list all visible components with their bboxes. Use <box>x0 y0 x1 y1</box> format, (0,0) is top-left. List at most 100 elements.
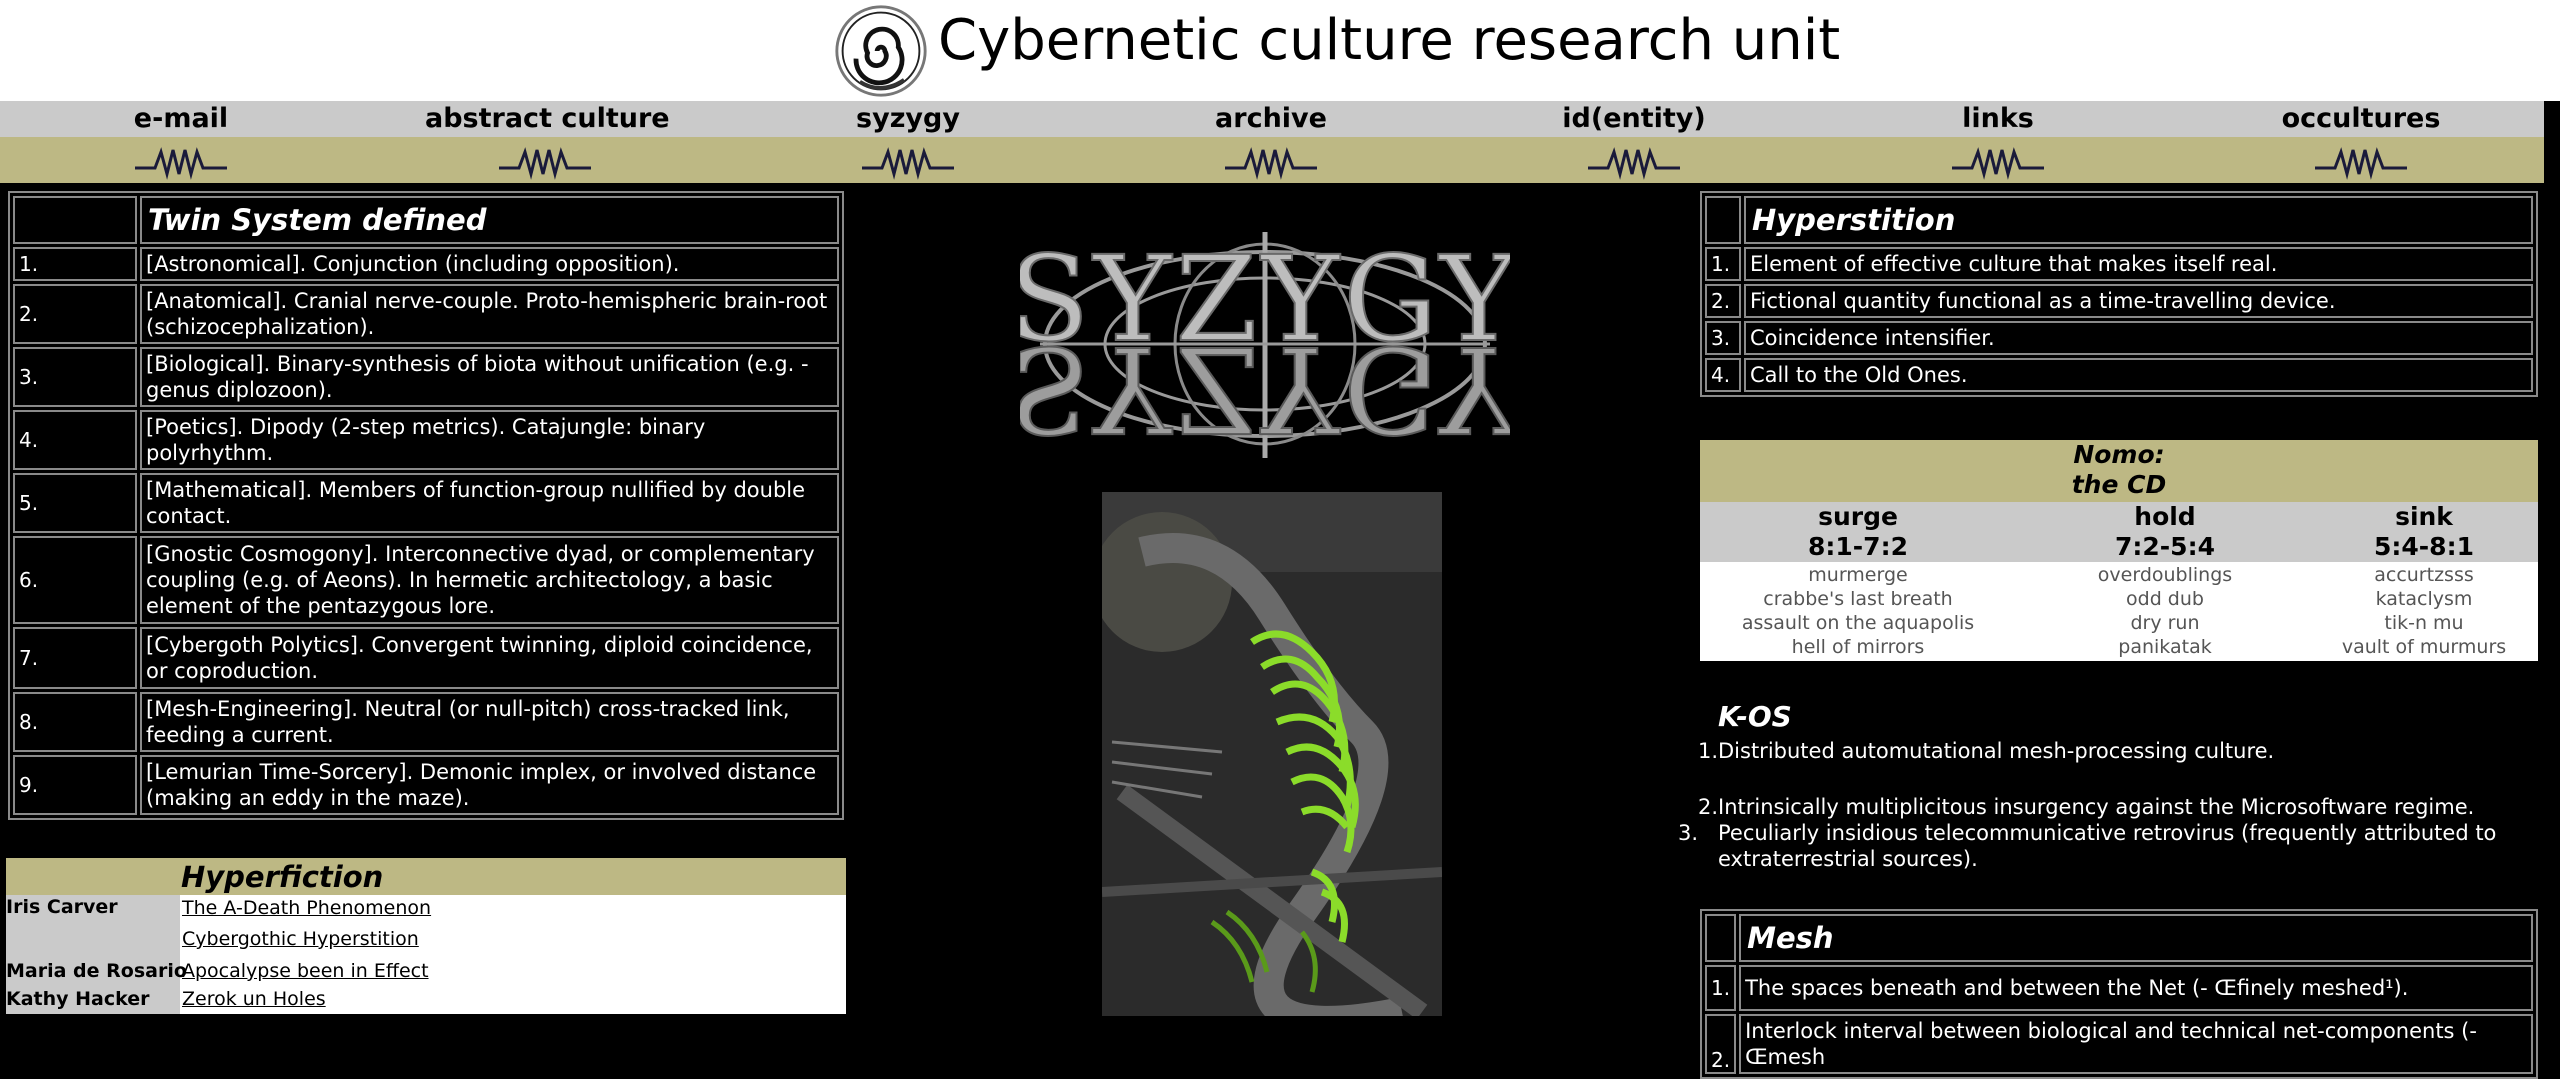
item-text: Peculiarly insidious telecommunicative r… <box>1718 821 2497 871</box>
column-range: 8:1-7:2 <box>1808 532 1908 561</box>
collage-image <box>1102 492 1442 1016</box>
row-number: 2. <box>1705 1014 1737 1074</box>
twin-system-table: Twin System defined 1. [Astronomical]. Co… <box>8 191 844 820</box>
hyperfiction-header: Hyperfiction <box>6 858 846 895</box>
squiggle-icon[interactable] <box>860 142 956 180</box>
row-number: 8. <box>13 692 137 752</box>
row-text: [Anatomical]. Cranial nerve-couple. Prot… <box>140 284 839 344</box>
squiggle-icon[interactable] <box>1586 142 1682 180</box>
row-number: 9. <box>13 755 137 815</box>
nav-links[interactable]: links <box>1878 101 2118 137</box>
row-number: 7. <box>13 627 137 689</box>
nomo-column-headers: surge 8:1-7:2 hold 7:2-5:4 sink 5:4-8:1 <box>1700 502 2538 562</box>
table-row: 1. [Astronomical]. Conjunction (including… <box>13 247 839 281</box>
table-row: 6. [Gnostic Cosmogony]. Interconnective d… <box>13 536 839 624</box>
table-row: 1. The spaces beneath and between the Net… <box>1705 965 2533 1011</box>
track-title: vault of murmurs <box>2341 636 2507 658</box>
nav-identity[interactable]: id(entity) <box>1514 101 1754 137</box>
kos-title: K-OS <box>1718 700 1792 733</box>
squiggle-icon[interactable] <box>2313 142 2409 180</box>
track-title: hell of mirrors <box>1791 636 1925 658</box>
row-text: [Mathematical]. Members of function-grou… <box>140 473 839 533</box>
story-link[interactable]: The A-Death Phenomenon <box>182 897 431 919</box>
column-name: sink <box>2395 502 2453 531</box>
story-link[interactable]: Zerok un Holes <box>182 988 326 1010</box>
site-title: Cybernetic culture research unit <box>938 8 1841 73</box>
nomo-cd-box: Nomo: the CD surge 8:1-7:2 hold 7:2-5:4 … <box>1700 440 2538 661</box>
row-text: [Lemurian Time-Sorcery]. Demonic implex,… <box>140 755 839 815</box>
row-number: 1. <box>1705 247 1741 281</box>
hyperstition-table: Hyperstition 1. Element of effective cult… <box>1700 191 2538 397</box>
site-header: Cybernetic culture research unit <box>0 0 2560 101</box>
squiggle-icon[interactable] <box>497 142 593 180</box>
syzygy-logo-mirror: SYZYGY <box>1020 320 1510 458</box>
track-title: kataclysm <box>2375 588 2473 610</box>
column-range: 5:4-8:1 <box>2374 532 2474 561</box>
row-text: Coincidence intensifier. <box>1744 321 2533 355</box>
item-text: Intrinsically multiplicitous insurgency … <box>1718 795 2475 819</box>
column-name: surge <box>1818 502 1898 531</box>
row-text: Fictional quantity functional as a time-… <box>1744 284 2533 318</box>
row-text: [Astronomical]. Conjunction (including o… <box>140 247 839 281</box>
track-title: murmerge <box>1808 564 1908 586</box>
track-title: crabbe's last breath <box>1763 588 1953 610</box>
nav-syzygy[interactable]: syzygy <box>788 101 1028 137</box>
nav-email[interactable]: e-mail <box>61 101 301 137</box>
squiggle-icon[interactable] <box>1223 142 1319 180</box>
table-row: 2. Fictional quantity functional as a tim… <box>1705 284 2533 318</box>
nomo-subtitle: the CD <box>2071 470 2167 499</box>
table-row: 4. Call to the Old Ones. <box>1705 358 2533 392</box>
table-row: 7. [Cybergoth Polytics]. Convergent twinn… <box>13 627 839 689</box>
story-link[interactable]: Apocalypse been in Effect <box>182 960 429 982</box>
row-text: [Poetics]. Dipody (2-step metrics). Cata… <box>140 410 839 470</box>
spiral-logo-icon[interactable] <box>833 3 929 99</box>
item-number: 1. <box>1698 739 1719 763</box>
item-text: Distributed automutational mesh-processi… <box>1718 739 2275 763</box>
row-number: 2. <box>13 284 137 344</box>
row-number: 1. <box>13 247 137 281</box>
story-link[interactable]: Cybergothic Hyperstition <box>182 928 419 950</box>
squiggle-icon[interactable] <box>1950 142 2046 180</box>
hyperstition-title: Hyperstition <box>1744 196 2533 244</box>
list-item: 2.Intrinsically multiplicitous insurgenc… <box>1698 794 2518 820</box>
hyperfiction-title: Hyperfiction <box>181 860 384 894</box>
author-name: Maria de Rosario <box>6 960 187 982</box>
row-number: 6. <box>13 536 137 624</box>
nav-occultures[interactable]: occultures <box>2241 101 2481 137</box>
row-text: Interlock interval between biological an… <box>1739 1014 2533 1074</box>
table-row: 2. [Anatomical]. Cranial nerve-couple. Pr… <box>13 284 839 344</box>
row-text: [Gnostic Cosmogony]. Interconnective dya… <box>140 536 839 624</box>
list-item: 1.Distributed automutational mesh-proces… <box>1698 738 2518 764</box>
row-text: Element of effective culture that makes … <box>1744 247 2533 281</box>
column-range: 7:2-5:4 <box>2115 532 2215 561</box>
row-number: 3. <box>1705 321 1741 355</box>
row-text: The spaces beneath and between the Net (… <box>1739 965 2533 1011</box>
mesh-table: Mesh 1. The spaces beneath and between th… <box>1700 909 2538 1079</box>
squiggle-icon[interactable] <box>133 142 229 180</box>
row-number: 3. <box>13 347 137 407</box>
row-number: 4. <box>1705 358 1741 392</box>
nav-abstract-culture[interactable]: abstract culture <box>425 101 670 137</box>
nomo-tracklist: murmerge crabbe's last breath assault on… <box>1700 562 2538 661</box>
row-text: Call to the Old Ones. <box>1744 358 2533 392</box>
header-spacer-cell <box>1705 914 1737 962</box>
table-row: 5. [Mathematical]. Members of function-gr… <box>13 473 839 533</box>
table-row: 3. Coincidence intensifier. <box>1705 321 2533 355</box>
row-number: 1. <box>1705 965 1737 1011</box>
item-number: 2. <box>1698 795 1719 819</box>
table-row: 4. [Poetics]. Dipody (2-step metrics). Ca… <box>13 410 839 470</box>
list-item: 3. Peculiarly insidious telecommunicative… <box>1678 820 2518 872</box>
header-spacer-cell <box>13 196 137 244</box>
table-row: 8. [Mesh-Engineering]. Neutral (or null-p… <box>13 692 839 752</box>
twin-system-title: Twin System defined <box>140 196 839 244</box>
nav-archive[interactable]: archive <box>1151 101 1391 137</box>
item-number: 3. <box>1678 821 1699 845</box>
mesh-title: Mesh <box>1739 914 2533 962</box>
header-spacer-cell <box>1705 196 1741 244</box>
hyperfiction-box: Hyperfiction Iris Carver The A-Death Phe… <box>6 858 846 1014</box>
nomo-title: Nomo: <box>2073 440 2165 469</box>
nav-decoration-bar <box>0 137 2544 183</box>
row-text: [Cybergoth Polytics]. Convergent twinnin… <box>140 627 839 689</box>
row-number: 2. <box>1705 284 1741 318</box>
column-name: hold <box>2134 502 2196 531</box>
